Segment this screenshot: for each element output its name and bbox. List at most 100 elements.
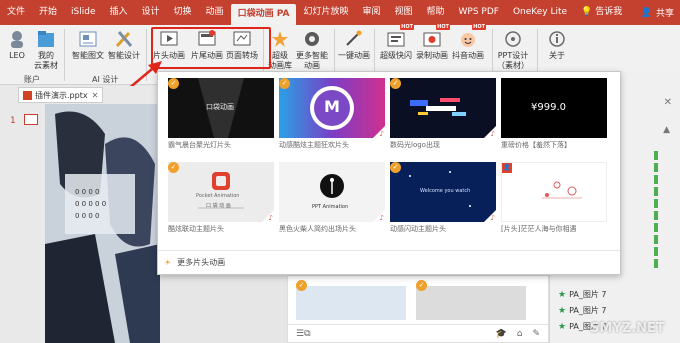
info-icon [546,29,568,49]
separator [64,29,65,81]
intro-animation-gallery: 口袋动画 ✓ 霸气晨台聚光灯片头 M ✓ ♪ 动感酷炫主题狂欢片头 ✓ ♪ 数码… [157,71,621,275]
pane-options-icon[interactable]: ▲ [663,125,670,135]
share-icon: 👤 [640,7,652,18]
my-cloud-label-1: 我的 [38,51,54,60]
my-cloud-button[interactable]: 我的 云素材 [34,29,58,71]
leo-button[interactable]: LEO [6,29,28,61]
tab-onekey-lite[interactable]: OneKey Lite [506,0,574,25]
tab-slideshow[interactable]: 幻灯片放映 [296,0,355,25]
animation-item-label: PA_图片 7 [569,306,607,315]
tab-insert[interactable]: 插入 [103,0,135,25]
outro-animation-label: 片尾动画 [191,51,223,60]
thumb-text: Pocket Animation [196,193,240,199]
check-badge: ✓ [168,78,179,89]
super-animation-library-button[interactable]: 超级 动画库 [268,29,292,71]
thumb-text: Welcome you watch [420,188,471,194]
svg-text:0 0 0 0: 0 0 0 0 [75,188,100,196]
gallery-card[interactable]: 口袋动画 ✓ 霸气晨台聚光灯片头 [168,78,274,150]
tab-islide[interactable]: iSlide [64,0,102,25]
more-smart-label-2: 动画 [304,61,320,70]
card-caption: 黑色火柴人简约出场片头 [279,225,356,233]
layers-icon[interactable]: ⧉ [304,329,310,339]
card-thumbnail: M ✓ ♪ [279,78,385,138]
graduate-icon[interactable]: 🎓 [496,329,507,339]
group-account-label: 账户 [24,75,40,84]
card-caption: 动感闪动主题片头 [390,225,446,233]
leo-label: LEO [9,51,25,60]
music-icon: ♪ [490,214,495,222]
gallery-card[interactable]: Welcome you watch ✓ ♪ 动感闪动主题片头 [390,162,496,234]
music-icon: ♪ [490,130,495,138]
one-click-icon [343,29,365,49]
gallery-card[interactable]: PPT Animation ♪ 黑色火柴人简约出场片头 [279,162,385,234]
outro-animation-button[interactable]: 片尾动画 [191,29,223,61]
more-intro-animations-link[interactable]: ☀ 更多片头动画 [158,250,620,274]
one-click-animation-button[interactable]: 一键动画 [338,29,370,61]
tab-pocket-animation[interactable]: 口袋动画 PA [230,4,297,25]
tab-transitions[interactable]: 切换 [167,0,199,25]
tab-view[interactable]: 视图 [387,0,419,25]
animation-list-item[interactable]: ★ PA_图片 7 [558,289,607,300]
share-button[interactable]: 共享 [656,6,674,19]
ppt-design-button[interactable]: PPT设计 （素材） [497,29,529,71]
super-library-label-1: 超级 [272,51,288,60]
tab-home[interactable]: 开始 [32,0,64,25]
card-caption: 霸气晨台聚光灯片头 [168,141,231,149]
gallery-card[interactable]: ✓ ♪ 数码光logo出现 [390,78,496,150]
tab-file[interactable]: 文件 [0,0,32,25]
tab-animations[interactable]: 动画 [199,0,231,25]
douyin-animation-button[interactable]: HOT 抖音动画 [452,24,486,61]
more-smart-animation-button[interactable]: 更多智能 动画 [296,29,328,71]
tab-wps-pdf[interactable]: WPS PDF [452,0,506,25]
close-icon[interactable]: ✕ [92,91,99,100]
document-tab[interactable]: 插件演示.pptx ✕ [18,87,104,103]
tab-review[interactable]: 审阅 [355,0,387,25]
gallery-card[interactable]: ¥999.0 重磅价格【羞然下落】 [501,78,607,150]
more-smart-label-1: 更多智能 [296,51,328,60]
animation-list-item[interactable]: ★ PA_图片 7 [558,305,607,316]
card-caption: 动感酷炫主题狂欢片头 [279,141,349,149]
gallery-card[interactable]: Pocket Animation 口 袋 动 画 ✓ ♪ 酷炫联动主题片头 [168,162,274,234]
sun-icon: ☀ [164,258,172,267]
check-badge: ✓ [416,280,427,291]
lower-thumbnail-area: ✓ ✓ ☰ ⧉ 🎓 ⌂ ✎ [287,275,549,343]
animation-library-icon [269,29,291,49]
lightbulb-icon: 💡 [581,7,593,17]
tell-me-label: 告诉我 [595,7,623,17]
gallery-card[interactable]: M ✓ ♪ 动感酷炫主题狂欢片头 [279,78,385,150]
gallery-card[interactable]: 👤 [片头]茫茫人海与你相遇 [501,162,607,234]
tab-design[interactable]: 设计 [135,0,167,25]
lower-thumb-1[interactable] [296,286,406,320]
about-button[interactable]: 关于 [546,29,568,61]
thumb-subtext: 口 袋 动 画 [206,203,231,209]
timeline-bar [654,151,658,160]
transition-icon [231,29,253,49]
flash-icon: HOT [385,24,414,49]
close-icon[interactable]: ✕ [664,97,672,108]
menu-icon[interactable]: ☰ [296,329,304,339]
super-flash-button[interactable]: HOT 超级快闪 [380,24,414,61]
one-click-label: 一键动画 [338,51,370,60]
record-icon: HOT [421,24,450,49]
timeline-bar [654,163,658,172]
lower-thumb-2[interactable] [416,286,526,320]
pen-icon[interactable]: ✎ [532,329,540,339]
tab-tell-me[interactable]: 💡 告诉我 [574,0,629,25]
home-icon[interactable]: ⌂ [517,329,523,339]
card-thumbnail: ✓ ♪ [390,78,496,138]
slide-canvas[interactable]: 0 0 0 0 0 0 0 0 0 0 0 0 0 [45,104,160,343]
slide-thumbnail[interactable] [24,114,38,125]
smart-graphic-icon [77,29,99,49]
check-badge: ✓ [390,78,401,89]
ppt-design-label-1: PPT设计 [497,51,529,60]
slide-thumbnail-pane: 1 [0,104,45,343]
svg-text:0 0 0 0: 0 0 0 0 [75,212,100,220]
super-flash-label: 超级快闪 [380,51,412,60]
record-animation-button[interactable]: HOT 录制动画 [416,24,450,61]
page-transition-button[interactable]: 页面转场 [226,29,258,61]
record-animation-label: 录制动画 [416,51,448,60]
check-badge: ✓ [168,162,179,173]
tab-help[interactable]: 帮助 [419,0,451,25]
hot-badge: HOT [472,24,486,30]
ribbon-tab-bar: 文件 开始 iSlide 插入 设计 切换 动画 口袋动画 PA 幻灯片放映 审… [0,0,680,25]
